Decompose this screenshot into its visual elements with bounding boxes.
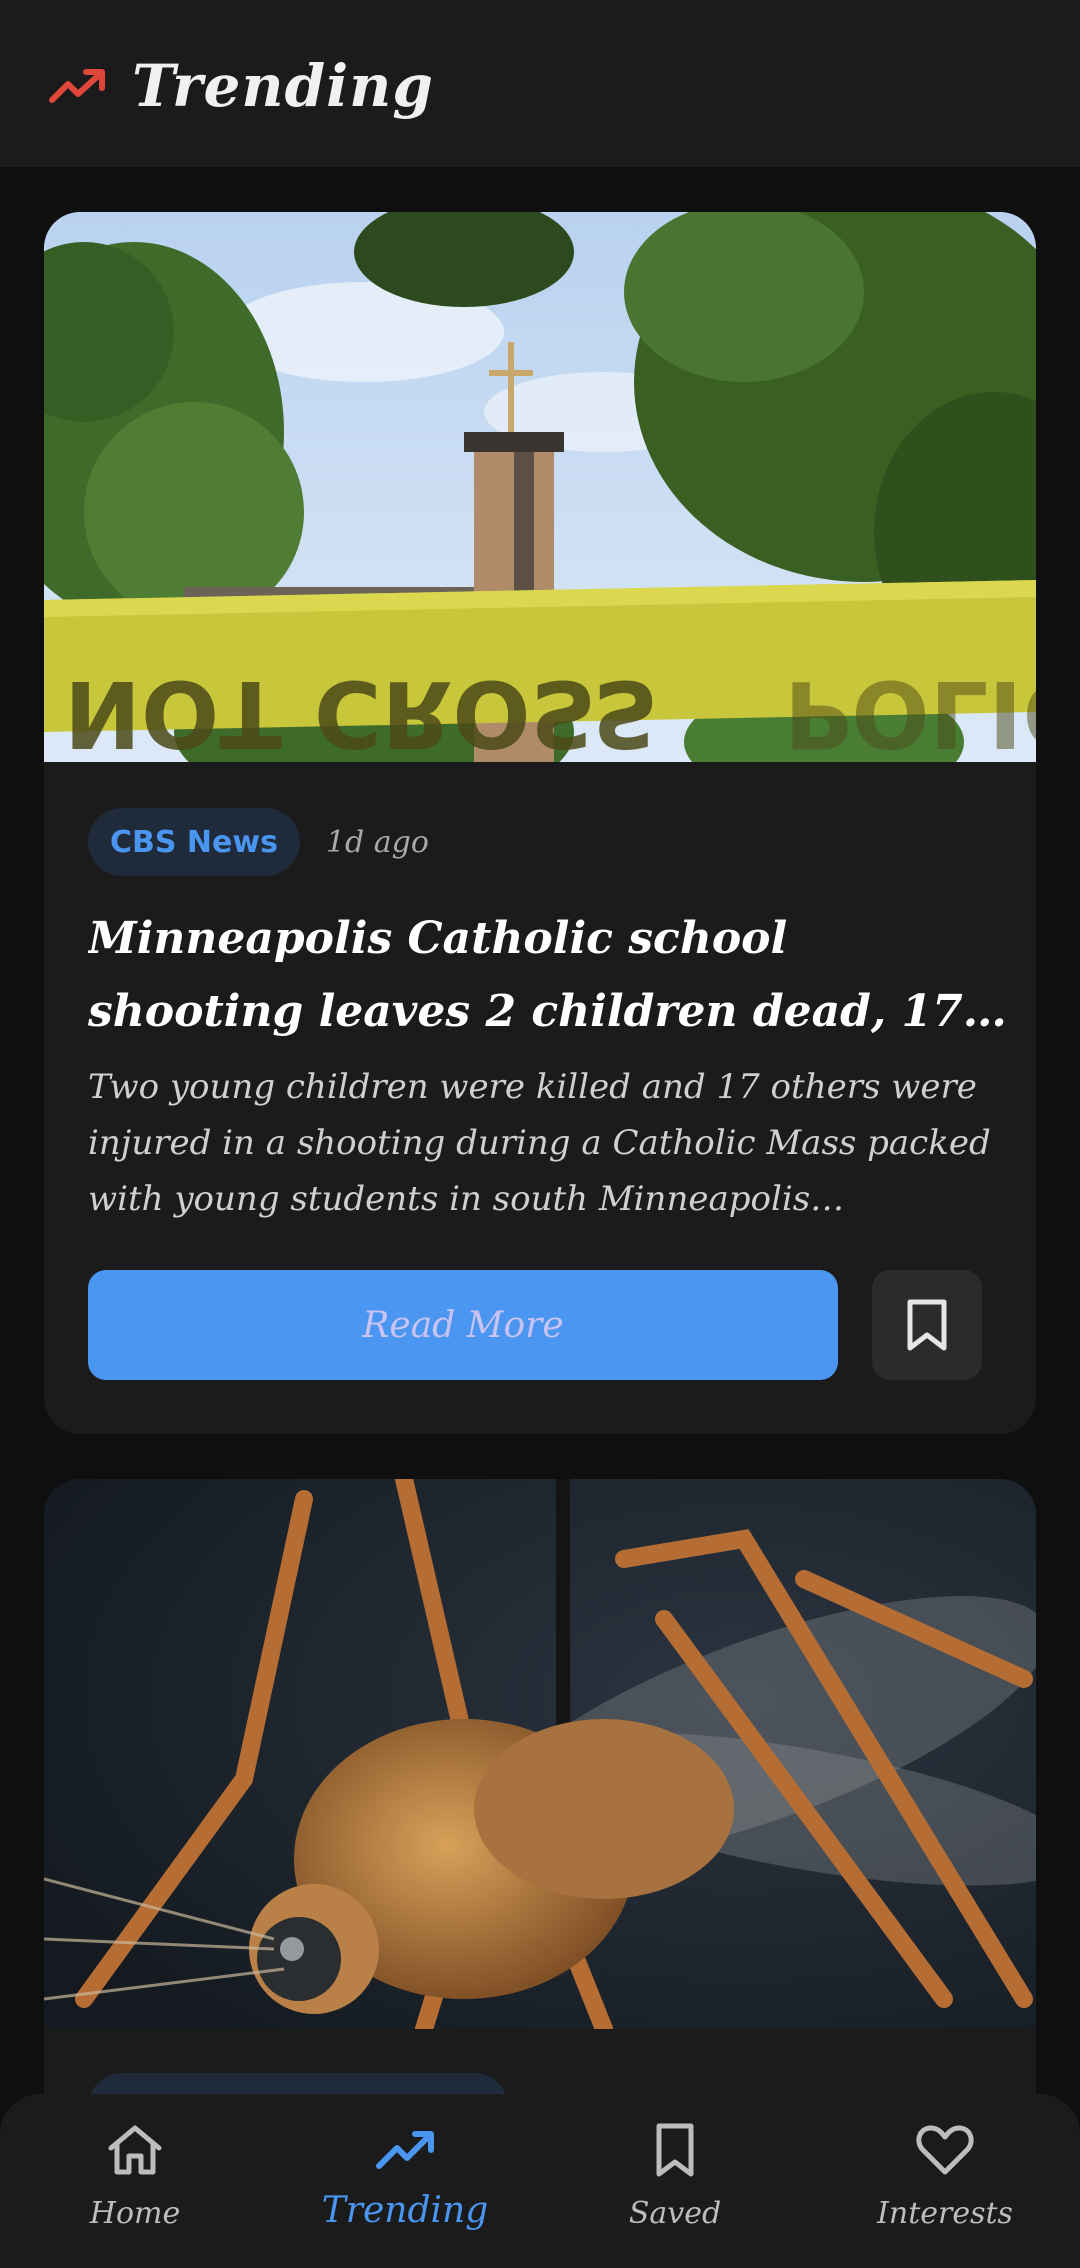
article-card[interactable]: NOT CROSS POLIC CBS News 1d ago Minneapo…	[44, 212, 1036, 1434]
nav-home-label: Home	[89, 2196, 181, 2231]
nav-saved-label: Saved	[628, 2196, 722, 2231]
nav-saved[interactable]: Saved	[540, 2094, 810, 2268]
nav-interests-label: Interests	[877, 2196, 1013, 2231]
app-root: Trending NOT CROSS POLI CBS News 1d ago …	[0, 0, 1080, 2268]
nav-trending-label: Trending	[321, 2190, 489, 2231]
article-image[interactable]: NOT CROSS POLIC	[44, 212, 1036, 762]
article-meta: CBS News 1d ago	[88, 807, 429, 877]
published-time: 1d ago	[325, 824, 429, 860]
home-icon	[108, 2125, 162, 2175]
nav-home[interactable]: Home	[0, 2094, 270, 2268]
bookmark-icon	[656, 2123, 694, 2177]
top-app-bar: Trending	[0, 0, 1080, 167]
bookmark-icon	[907, 1299, 947, 1351]
bookmark-button[interactable]	[872, 1270, 982, 1380]
svg-text:POLIC: POLIC	[784, 660, 1036, 762]
bottom-navigation: Home Trending Saved Interests	[0, 2094, 1080, 2268]
nav-interests[interactable]: Interests	[810, 2094, 1080, 2268]
article-summary: Two young children were killed and 17 ot…	[88, 1067, 991, 1219]
article-image[interactable]	[44, 1479, 1036, 2029]
trending-up-icon	[49, 69, 105, 103]
source-badge[interactable]: CBS News	[88, 808, 300, 876]
article-headline[interactable]: Minneapolis Catholic school shooting lea…	[88, 902, 1008, 1048]
tape-text: NOT CROSS	[64, 660, 659, 762]
read-more-button[interactable]: Read More	[88, 1270, 838, 1380]
nav-trending[interactable]: Trending	[270, 2094, 540, 2268]
heart-icon	[916, 2125, 974, 2175]
trending-up-icon	[376, 2131, 434, 2169]
page-title: Trending	[132, 52, 434, 120]
